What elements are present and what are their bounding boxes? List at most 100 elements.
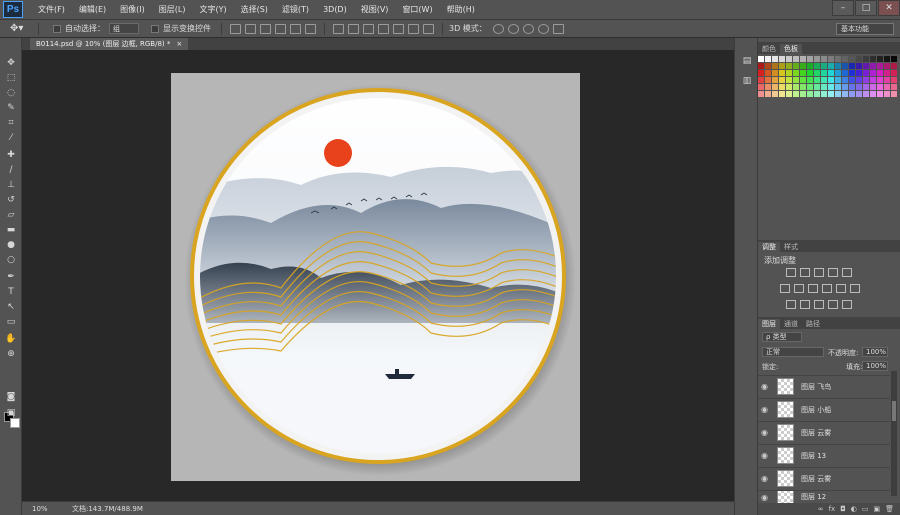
close-button[interactable]: ✕	[878, 0, 900, 16]
color-swatch[interactable]	[891, 91, 897, 97]
color-swatch[interactable]	[786, 77, 792, 83]
color-swatch[interactable]	[793, 91, 799, 97]
auto-select-checkbox[interactable]	[53, 24, 61, 33]
color-swatch[interactable]	[814, 63, 820, 69]
selective-color-icon[interactable]	[842, 300, 852, 309]
color-swatch[interactable]	[863, 77, 869, 83]
color-swatch[interactable]	[835, 63, 841, 69]
layer-style-icon[interactable]: fx	[829, 505, 836, 513]
color-swatch[interactable]	[800, 91, 806, 97]
marquee-tool-icon[interactable]: ⬚	[4, 71, 18, 84]
healing-brush-tool-icon[interactable]: ✚	[4, 148, 18, 161]
layer-filter-kind[interactable]: ρ 类型	[762, 332, 802, 342]
threshold-icon[interactable]	[814, 300, 824, 309]
color-swatch[interactable]	[856, 70, 862, 76]
workspace-dropdown[interactable]: 基本功能	[836, 23, 894, 35]
history-panel-icon[interactable]: ▤	[740, 54, 754, 67]
color-swatch[interactable]	[835, 56, 841, 62]
color-lookup-icon[interactable]	[850, 284, 860, 293]
color-swatch[interactable]	[828, 91, 834, 97]
color-swatch[interactable]	[877, 56, 883, 62]
layers-scrollbar-thumb[interactable]	[892, 401, 896, 421]
color-swatch[interactable]	[870, 70, 876, 76]
color-swatch[interactable]	[842, 84, 848, 90]
show-transform-checkbox[interactable]	[151, 24, 159, 33]
color-swatch[interactable]	[828, 70, 834, 76]
menu-edit[interactable]: 编辑(E)	[72, 0, 113, 20]
color-swatch[interactable]	[786, 70, 792, 76]
color-swatch[interactable]	[779, 91, 785, 97]
delete-layer-icon[interactable]: 🗑	[885, 505, 894, 513]
color-swatch[interactable]	[870, 56, 876, 62]
color-swatch[interactable]	[793, 56, 799, 62]
3d-roll-icon[interactable]	[507, 23, 519, 34]
color-swatch[interactable]	[779, 56, 785, 62]
color-swatch[interactable]	[814, 91, 820, 97]
color-swatch[interactable]	[758, 70, 764, 76]
maximize-button[interactable]: □	[855, 0, 877, 16]
color-swatch[interactable]	[821, 91, 827, 97]
color-swatch[interactable]	[884, 70, 890, 76]
color-swatch[interactable]	[828, 84, 834, 90]
color-swatch[interactable]	[891, 84, 897, 90]
color-swatch[interactable]	[884, 63, 890, 69]
color-swatch[interactable]	[842, 91, 848, 97]
blur-tool-icon[interactable]: ●	[4, 238, 18, 251]
background-color-swatch[interactable]	[10, 418, 20, 428]
color-swatch[interactable]	[758, 56, 764, 62]
color-swatch[interactable]	[758, 84, 764, 90]
path-select-tool-icon[interactable]: ↖	[4, 300, 18, 313]
color-swatch[interactable]	[800, 77, 806, 83]
fill-field[interactable]: 100%	[862, 361, 888, 371]
layer-row[interactable]: ◉ 图层 13	[758, 444, 890, 466]
pen-tool-icon[interactable]: ✒	[4, 270, 18, 283]
color-swatch[interactable]	[807, 91, 813, 97]
color-swatch[interactable]	[765, 63, 771, 69]
color-swatch[interactable]	[821, 70, 827, 76]
add-mask-icon[interactable]: ◘	[840, 505, 846, 513]
color-swatch[interactable]	[856, 91, 862, 97]
layer-row[interactable]: ◉ 图层 云雾	[758, 467, 890, 489]
color-swatch[interactable]	[828, 63, 834, 69]
properties-panel-icon[interactable]: ▥	[740, 74, 754, 87]
align-right-icon[interactable]	[305, 23, 316, 34]
visibility-eye-icon[interactable]: ◉	[761, 451, 771, 460]
canvas-area[interactable]	[22, 50, 734, 501]
menu-image[interactable]: 图像(I)	[113, 0, 152, 20]
color-swatch[interactable]	[863, 63, 869, 69]
adjustment-layer-icon[interactable]: ◐	[851, 505, 857, 513]
tab-channels[interactable]: 通道	[780, 319, 802, 329]
color-swatch[interactable]	[884, 91, 890, 97]
color-swatch[interactable]	[835, 84, 841, 90]
color-swatch[interactable]	[877, 84, 883, 90]
blend-mode-dropdown[interactable]: 正常	[762, 347, 824, 357]
color-swatch[interactable]	[807, 56, 813, 62]
document-canvas[interactable]	[171, 73, 580, 481]
distribute-vcenter-icon[interactable]	[348, 23, 359, 34]
color-swatch[interactable]	[793, 63, 799, 69]
color-swatch[interactable]	[807, 77, 813, 83]
color-swatch[interactable]	[765, 77, 771, 83]
menu-select[interactable]: 选择(S)	[234, 0, 275, 20]
zoom-tool-icon[interactable]: ⊕	[4, 347, 18, 360]
new-layer-icon[interactable]: ▣	[873, 505, 880, 513]
visibility-eye-icon[interactable]: ◉	[761, 428, 771, 437]
color-swatch[interactable]	[842, 77, 848, 83]
color-swatch[interactable]	[814, 77, 820, 83]
opacity-field[interactable]: 100%	[862, 347, 888, 357]
color-swatch[interactable]	[835, 77, 841, 83]
hue-saturation-icon[interactable]	[780, 284, 790, 293]
clone-stamp-tool-icon[interactable]: ⊥	[4, 178, 18, 191]
color-swatch[interactable]	[877, 63, 883, 69]
color-swatch[interactable]	[856, 56, 862, 62]
color-swatch[interactable]	[765, 91, 771, 97]
layer-row[interactable]: ◉ 图层 飞鸟	[758, 375, 890, 397]
color-swatch[interactable]	[765, 84, 771, 90]
color-swatch[interactable]	[772, 84, 778, 90]
color-swatch[interactable]	[863, 70, 869, 76]
color-swatch[interactable]	[849, 77, 855, 83]
tab-color[interactable]: 颜色	[758, 44, 780, 54]
color-swatch[interactable]	[779, 63, 785, 69]
color-swatch[interactable]	[877, 77, 883, 83]
color-swatch[interactable]	[772, 77, 778, 83]
